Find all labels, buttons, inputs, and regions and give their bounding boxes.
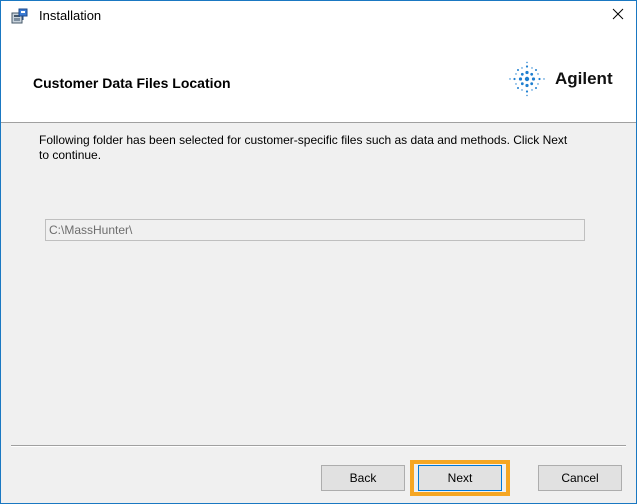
logo-text: Agilent — [555, 69, 613, 88]
window-title: Installation — [39, 8, 102, 23]
folder-path-field[interactable] — [45, 219, 585, 241]
dialog-header: Customer Data Files Location Agilent — [1, 31, 636, 123]
installer-package-icon — [11, 8, 29, 24]
next-button[interactable]: Next — [418, 465, 502, 491]
page-title: Customer Data Files Location — [33, 75, 231, 91]
close-button[interactable] — [600, 1, 636, 31]
agilent-logo: Agilent — [507, 61, 627, 97]
close-icon — [612, 7, 624, 25]
installer-window: Installation Customer Data Files Locatio… — [0, 0, 637, 504]
back-button[interactable]: Back — [321, 465, 405, 491]
footer-divider — [11, 445, 626, 447]
title-bar[interactable]: Installation — [1, 1, 636, 31]
cancel-button[interactable]: Cancel — [538, 465, 622, 491]
description-text: Following folder has been selected for c… — [39, 133, 568, 162]
